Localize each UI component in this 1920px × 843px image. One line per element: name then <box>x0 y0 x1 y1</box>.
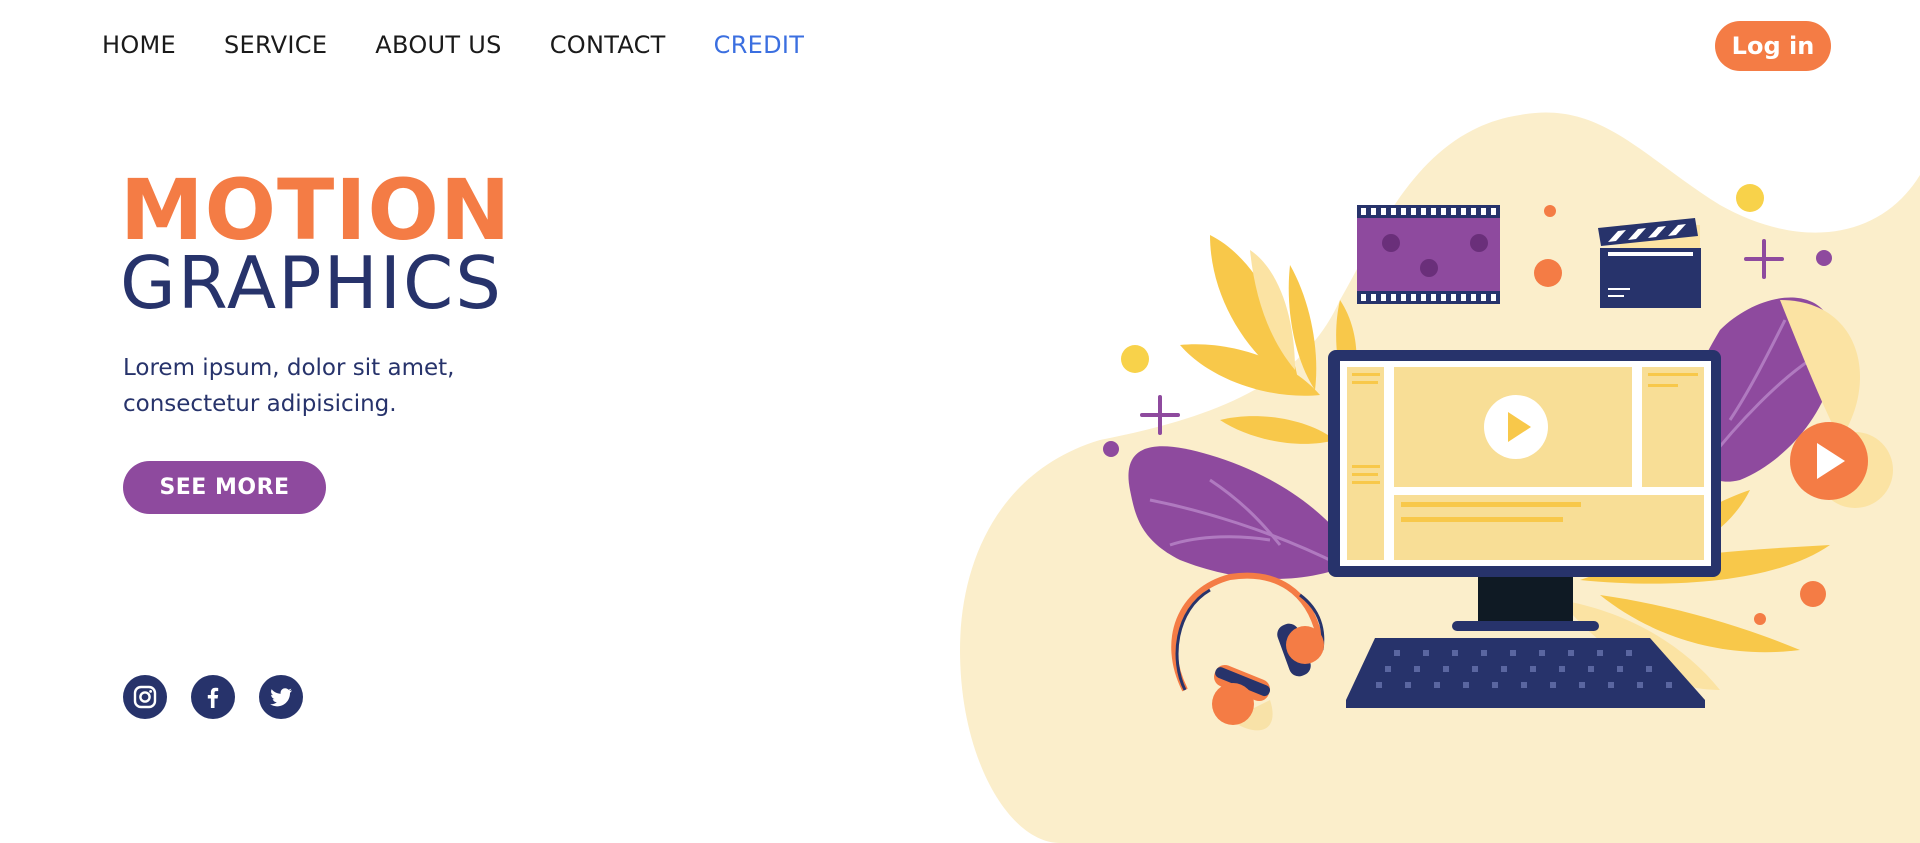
login-button[interactable]: Log in <box>1715 21 1831 71</box>
nav-credit[interactable]: CREDIT <box>714 28 805 62</box>
yellow-leaves-left <box>1180 235 1357 444</box>
purple-leaf-left <box>1128 446 1360 579</box>
yellow-leaves-right <box>1580 490 1830 653</box>
headphones-icon <box>1171 572 1325 731</box>
nav-about-us[interactable]: ABOUT US <box>375 28 501 62</box>
monitor-icon <box>1328 350 1721 631</box>
facebook-icon[interactable] <box>191 675 235 719</box>
see-more-button[interactable]: SEE MORE <box>123 461 326 514</box>
instagram-icon[interactable] <box>123 675 167 719</box>
hero-title-graphics: GRAPHICS <box>120 241 503 325</box>
twitter-icon[interactable] <box>259 675 303 719</box>
film-strip-icon <box>1357 205 1500 304</box>
plus-icon <box>1140 239 1784 435</box>
background-blob <box>960 112 1920 843</box>
play-circle-icon <box>1790 422 1893 508</box>
decorative-dots <box>1103 184 1832 625</box>
nav-contact[interactable]: CONTACT <box>550 28 666 62</box>
nav-home[interactable]: HOME <box>102 28 176 62</box>
purple-leaf-right <box>1680 297 1836 482</box>
hero-description: Lorem ipsum, dolor sit amet, consectetur… <box>123 355 455 417</box>
keyboard-icon <box>1346 638 1705 708</box>
clapperboard-icon <box>1598 218 1701 308</box>
main-nav: HOME SERVICE ABOUT US CONTACT CREDIT <box>102 28 852 62</box>
social-links <box>123 675 303 719</box>
nav-service[interactable]: SERVICE <box>224 28 327 62</box>
